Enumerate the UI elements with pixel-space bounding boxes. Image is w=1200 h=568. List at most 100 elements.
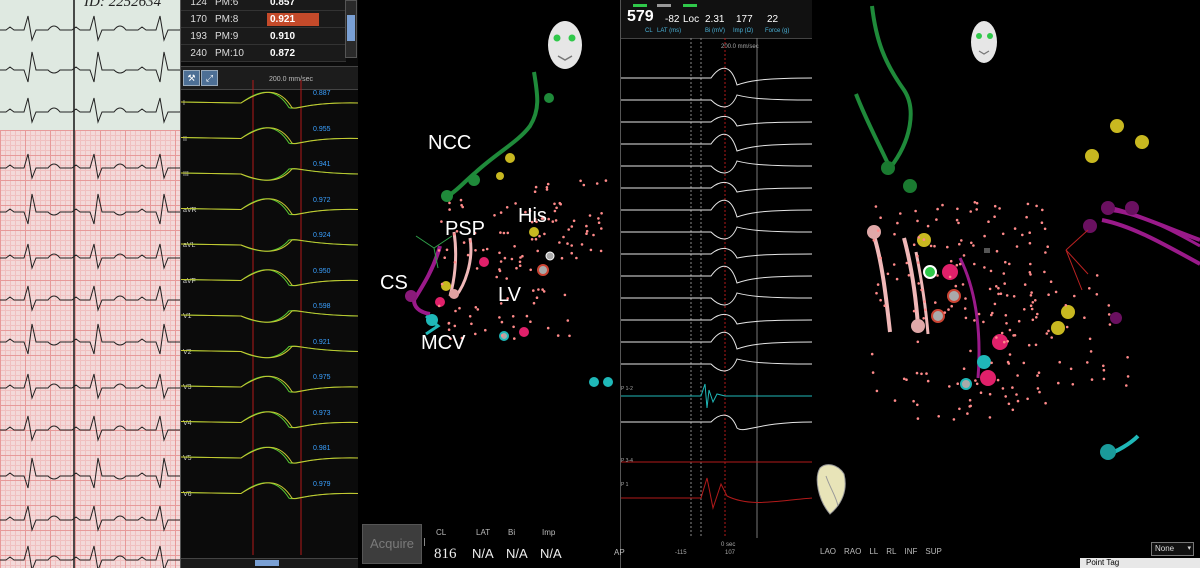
bi-value: N/A bbox=[506, 546, 528, 561]
map-point bbox=[604, 179, 608, 182]
map-point bbox=[537, 288, 540, 291]
electrogram-trace bbox=[621, 160, 813, 174]
egm-footer-right: 107 bbox=[725, 550, 736, 556]
map-point bbox=[518, 264, 522, 268]
paper-ecg-lead-trace bbox=[0, 323, 180, 355]
mcv-node bbox=[1100, 444, 1116, 460]
lesion-node bbox=[992, 334, 1008, 350]
map-point bbox=[969, 349, 972, 353]
view-button-inf[interactable]: INF bbox=[905, 547, 918, 556]
map-point bbox=[462, 241, 466, 244]
map-point bbox=[920, 372, 923, 376]
mcv-node bbox=[589, 377, 599, 387]
map-point bbox=[917, 236, 920, 239]
map-point bbox=[482, 248, 485, 252]
map-point bbox=[924, 308, 927, 312]
imp-value: N/A bbox=[540, 546, 562, 561]
map-point bbox=[499, 211, 503, 214]
map-point bbox=[879, 298, 882, 302]
ncc-node bbox=[441, 190, 453, 202]
map-point bbox=[1036, 374, 1039, 377]
map-point bbox=[553, 209, 557, 213]
map-point bbox=[1047, 293, 1050, 297]
map-point bbox=[1011, 408, 1015, 412]
view-button-lao[interactable]: LAO bbox=[820, 547, 836, 556]
pace-map-scrollbar[interactable] bbox=[345, 0, 357, 58]
heart-orientation-icon[interactable] bbox=[816, 464, 846, 515]
map-point bbox=[1023, 283, 1027, 286]
map-point bbox=[1005, 294, 1009, 297]
pace-map-row[interactable]: 170 PM:8 0.921 bbox=[181, 11, 346, 28]
electrogram-panel: 579 -82 Loc 2.31 177 22 CL LAT (ms) Bi (… bbox=[620, 0, 814, 568]
point-display-select[interactable]: None ▾ bbox=[1151, 542, 1194, 556]
map-point bbox=[555, 206, 558, 210]
map2-canvas[interactable] bbox=[812, 0, 1200, 568]
ncc-node bbox=[903, 179, 917, 193]
signal-trace bbox=[181, 310, 359, 323]
map-point bbox=[535, 296, 539, 300]
his-node bbox=[505, 153, 515, 163]
paper-ecg-lead-trace bbox=[0, 545, 180, 568]
map-point bbox=[1008, 328, 1012, 332]
map-point bbox=[1005, 322, 1008, 325]
cs-node bbox=[1101, 201, 1115, 215]
view-button-rl[interactable]: RL bbox=[886, 547, 896, 556]
map-point bbox=[915, 371, 919, 375]
view-button-rao[interactable]: RAO bbox=[844, 547, 861, 556]
map-point bbox=[1008, 262, 1011, 266]
signal-horizontal-scrollbar[interactable] bbox=[181, 558, 359, 568]
map-point bbox=[973, 319, 976, 322]
psp-node bbox=[867, 225, 881, 239]
map-point bbox=[1037, 371, 1041, 375]
map-point bbox=[934, 301, 937, 304]
map-point bbox=[1036, 387, 1040, 390]
imp-unit-label: Imp (Ω) bbox=[733, 28, 754, 34]
map-point bbox=[1041, 208, 1044, 212]
map-point bbox=[1050, 336, 1053, 339]
imp-label: Imp bbox=[542, 528, 556, 537]
view-button-sup[interactable]: SUP bbox=[925, 547, 941, 556]
map-point bbox=[1025, 215, 1028, 219]
view-button-ll[interactable]: LL bbox=[869, 547, 878, 556]
map-point bbox=[484, 328, 487, 332]
map-point bbox=[1126, 375, 1130, 378]
view-ap-label[interactable]: AP bbox=[614, 548, 625, 557]
paper-ecg-lead-trace bbox=[0, 505, 180, 532]
map-point bbox=[936, 207, 939, 211]
electroanatomic-map-panel-2[interactable]: A LAORAOLLRLINFSUP None ▾ Point Tag bbox=[812, 0, 1200, 568]
map-point bbox=[1044, 251, 1047, 254]
map-point bbox=[914, 209, 917, 213]
electrogram-trace bbox=[621, 94, 813, 108]
map-point bbox=[1030, 291, 1033, 294]
map-point bbox=[1038, 390, 1041, 394]
map-point bbox=[547, 217, 550, 221]
map-point bbox=[1047, 329, 1050, 333]
map-point bbox=[937, 415, 940, 418]
map-point bbox=[1026, 397, 1029, 401]
map-point bbox=[968, 405, 971, 408]
pace-map-row[interactable]: 240 PM:10 0.872 bbox=[181, 45, 346, 62]
acquire-button[interactable]: Acquire bbox=[362, 524, 422, 564]
orientation-face-icon[interactable] bbox=[971, 21, 997, 63]
map-point bbox=[997, 292, 1000, 296]
map-point bbox=[506, 231, 510, 235]
map-point bbox=[530, 238, 534, 241]
map-point bbox=[1034, 299, 1037, 302]
electroanatomic-map-panel[interactable]: NCC PSP His CS LV MCV Acquire CL LAT Bi … bbox=[358, 0, 620, 568]
pace-map-row[interactable]: 124 PM:6 0.857 bbox=[181, 0, 346, 11]
cl-label: CL bbox=[436, 528, 447, 537]
map-point bbox=[993, 204, 997, 208]
pace-map-row[interactable]: 193 PM:9 0.910 bbox=[181, 28, 346, 45]
map-point bbox=[895, 277, 899, 281]
map-point bbox=[1045, 332, 1049, 335]
map-point bbox=[879, 256, 882, 260]
map-point bbox=[973, 262, 976, 266]
imp-value: 177 bbox=[736, 14, 753, 25]
map-point bbox=[588, 214, 592, 217]
electrogram-trace bbox=[621, 199, 813, 218]
bi-label: Bi bbox=[508, 528, 516, 537]
map-point bbox=[529, 268, 532, 272]
map-point bbox=[886, 272, 890, 276]
channel-trace bbox=[621, 477, 813, 510]
orientation-face-icon[interactable] bbox=[548, 21, 582, 69]
